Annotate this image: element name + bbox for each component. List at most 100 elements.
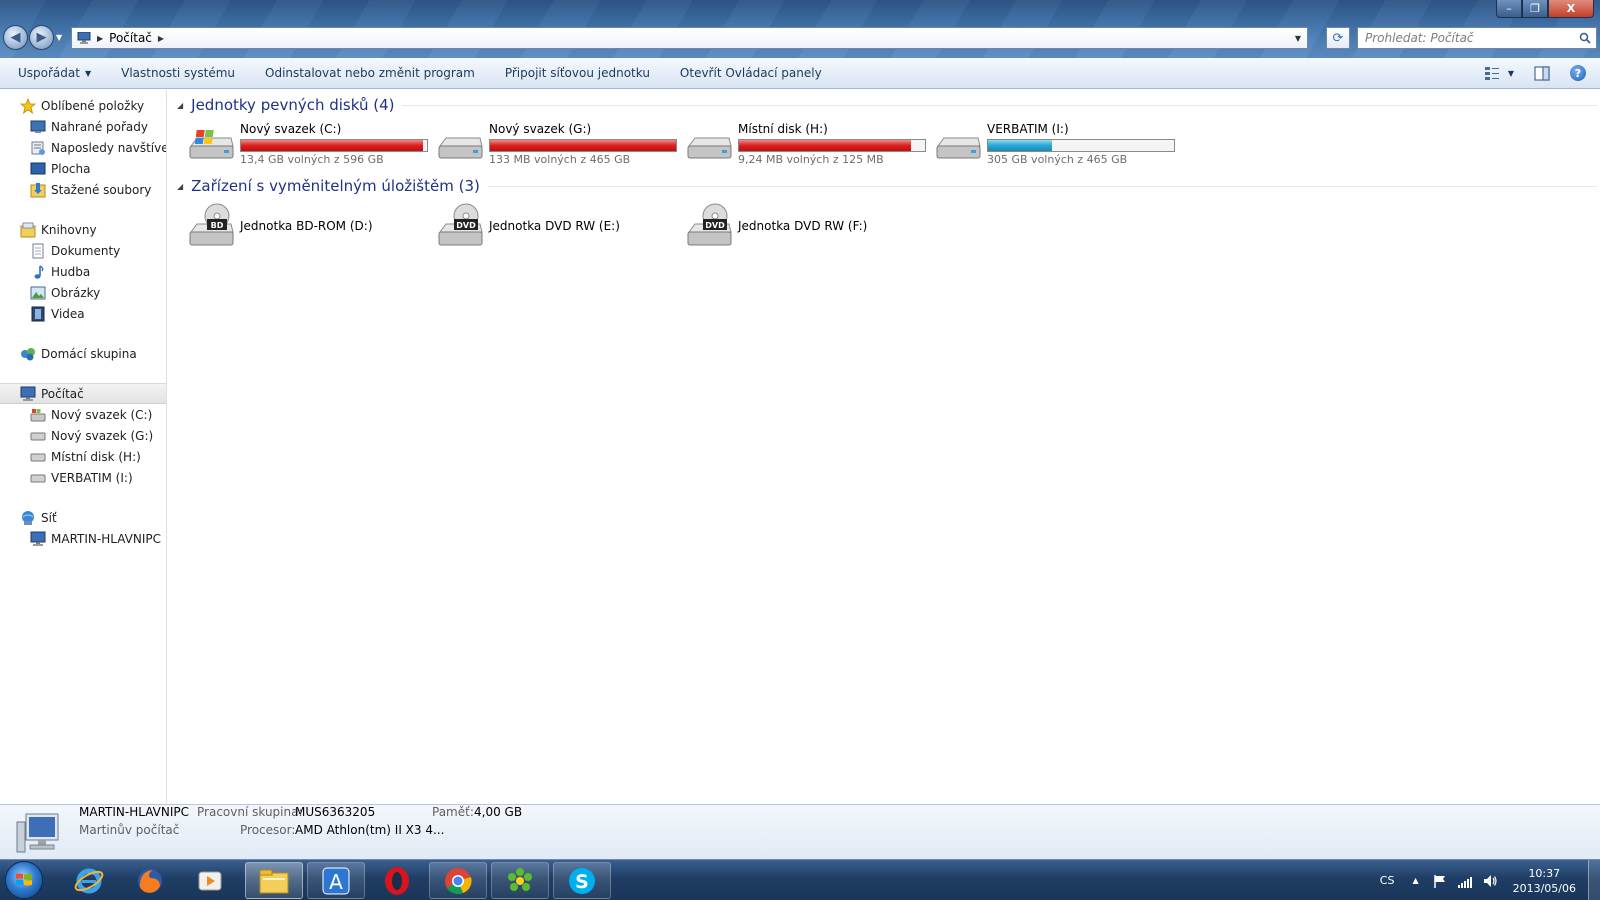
search-input[interactable] [1358, 31, 1568, 45]
chevron-down-icon: ▼ [84, 68, 92, 78]
drive-name: Nový svazek (G:) [489, 122, 592, 136]
taskbar-chrome[interactable] [429, 862, 487, 899]
sidebar-item-label: Domácí skupina [41, 346, 137, 361]
collapse-triangle-icon[interactable]: ◢ [177, 182, 183, 191]
drive-name: Nový svazek (C:) [240, 122, 342, 136]
taskbar-skype[interactable]: S [553, 862, 611, 899]
sidebar-item-recent-places[interactable]: Naposledy navštívené [0, 137, 166, 158]
sidebar-item-libraries[interactable]: Knihovny [0, 219, 166, 240]
maximize-button[interactable]: ❐ [1522, 0, 1548, 18]
optical-drive-item[interactable]: DVD Jednotka DVD RW (F:) [685, 202, 935, 252]
action-center-flag-icon[interactable] [1432, 873, 1448, 889]
optical-drive-item[interactable]: DVD Jednotka DVD RW (E:) [436, 202, 686, 252]
taskbar-internet-explorer[interactable] [60, 862, 118, 899]
sidebar-item-drive-h[interactable]: Místní disk (H:) [0, 446, 166, 467]
search-icon[interactable] [1579, 32, 1591, 44]
drive-item[interactable]: VERBATIM (I:) 305 GB volných z 465 GB [934, 122, 1184, 166]
computer-icon [20, 386, 36, 402]
sidebar-item-computer[interactable]: Počítač [0, 383, 166, 404]
sidebar-item-homegroup[interactable]: Domácí skupina [0, 343, 166, 364]
drive-item[interactable]: Nový svazek (C:) 13,4 GB volných z 596 G… [187, 122, 437, 166]
taskbar-app-a[interactable]: A [307, 862, 365, 899]
music-note-icon [30, 264, 46, 280]
sidebar-item-downloads[interactable]: Stažené soubory [0, 179, 166, 200]
drive-free-space: 9,24 MB volných z 125 MB [738, 153, 884, 166]
sidebar-item-videos[interactable]: Videa [0, 303, 166, 324]
back-button[interactable]: ◀ [3, 25, 28, 50]
refresh-button[interactable]: ⟳ [1326, 27, 1350, 49]
search-box[interactable] [1357, 27, 1597, 49]
taskbar-firefox[interactable] [121, 862, 179, 899]
network-signal-icon[interactable] [1457, 873, 1473, 889]
hard-drive-icon [687, 137, 732, 159]
drive-usage-bar [489, 139, 677, 152]
sidebar-item-network-pc[interactable]: MARTIN-HLAVNIPC [0, 528, 166, 549]
close-button[interactable]: X [1548, 0, 1594, 18]
system-drive-icon [30, 407, 46, 423]
minimize-button[interactable]: – [1496, 0, 1522, 18]
organize-menu[interactable]: Uspořádat ▼ [0, 58, 106, 89]
collapse-triangle-icon[interactable]: ◢ [177, 101, 183, 110]
address-bar[interactable]: ▶ Počítač ▶ ▼ [71, 27, 1308, 49]
taskbar-explorer[interactable] [245, 862, 303, 899]
sidebar-item-label: Obrázky [51, 285, 101, 300]
chrome-icon [445, 867, 472, 894]
sidebar-item-desktop[interactable]: Plocha [0, 158, 166, 179]
clock[interactable]: 10:37 2013/05/06 [1513, 866, 1576, 896]
sidebar-item-drive-c[interactable]: Nový svazek (C:) [0, 404, 166, 425]
network-icon [20, 510, 36, 526]
recent-places-icon [30, 140, 46, 156]
optical-drive-item[interactable]: BD Jednotka BD-ROM (D:) [187, 202, 437, 252]
show-hidden-icons-button[interactable]: ▲ [1412, 876, 1418, 885]
address-history-dropdown[interactable]: ▼ [1289, 34, 1307, 43]
sidebar-item-favorites[interactable]: Oblíbené položky [0, 95, 166, 116]
sidebar-item-drive-g[interactable]: Nový svazek (G:) [0, 425, 166, 446]
taskbar-media-player[interactable] [181, 862, 239, 899]
sidebar-item-label: Knihovny [41, 222, 97, 237]
internet-explorer-icon [74, 868, 104, 893]
map-network-drive-button[interactable]: Připojit síťovou jednotku [490, 58, 665, 89]
sidebar-item-label: Naposledy navštívené [51, 140, 166, 155]
show-desktop-button[interactable] [1588, 860, 1600, 900]
drive-item[interactable]: Nový svazek (G:) 133 MB volných z 465 GB [436, 122, 686, 166]
breadcrumb-separator[interactable]: ▶ [158, 34, 164, 43]
drive-usage-fill [241, 140, 423, 151]
cpu-label: Procesor: [240, 823, 296, 837]
recent-pages-dropdown[interactable]: ▼ [56, 33, 62, 42]
forward-button[interactable]: ▶ [29, 25, 54, 50]
chevron-down-icon[interactable]: ▼ [1508, 69, 1514, 78]
preview-pane-icon[interactable] [1534, 65, 1550, 81]
drive-usage-bar [240, 139, 428, 152]
breadcrumb-separator[interactable]: ▶ [97, 34, 103, 43]
drive-item[interactable]: Místní disk (H:) 9,24 MB volných z 125 M… [685, 122, 935, 166]
volume-icon[interactable] [1482, 873, 1498, 889]
language-indicator[interactable]: CS [1380, 874, 1395, 887]
sidebar-item-label: Stažené soubory [51, 182, 152, 197]
sidebar-item-music[interactable]: Hudba [0, 261, 166, 282]
sidebar-item-pictures[interactable]: Obrázky [0, 282, 166, 303]
group-header-removable[interactable]: ◢ Zařízení s vyměnitelným úložištěm (3) [177, 177, 1597, 195]
sidebar-item-label: Hudba [51, 264, 91, 279]
taskbar-icq[interactable] [491, 862, 549, 899]
taskbar: A S CS ▲ 10:37 2013/05/06 [0, 859, 1600, 900]
sidebar-item-documents[interactable]: Dokumenty [0, 240, 166, 261]
opera-icon [385, 866, 409, 895]
computer-name: MARTIN-HLAVNIPC [79, 805, 189, 819]
sidebar-item-label: Nový svazek (C:) [51, 407, 153, 422]
help-icon[interactable]: ? [1570, 65, 1586, 81]
open-control-panel-button[interactable]: Otevřít Ovládací panely [665, 58, 837, 89]
memory-value: 4,00 GB [474, 805, 523, 819]
downloads-folder-icon [30, 182, 46, 198]
change-view-button[interactable]: ▼ [1484, 66, 1514, 80]
system-properties-button[interactable]: Vlastnosti systému [106, 58, 250, 89]
uninstall-program-button[interactable]: Odinstalovat nebo změnit program [250, 58, 490, 89]
drive-usage-fill [490, 140, 676, 151]
sidebar-item-drive-i[interactable]: VERBATIM (I:) [0, 467, 166, 488]
sidebar-item-network[interactable]: Síť [0, 507, 166, 528]
taskbar-opera[interactable] [368, 862, 426, 899]
start-button[interactable] [5, 861, 43, 899]
svg-text:BD: BD [211, 221, 224, 230]
sidebar-item-recorded-tv[interactable]: Nahrané pořady [0, 116, 166, 137]
group-header-hard-drives[interactable]: ◢ Jednotky pevných disků (4) [177, 96, 1597, 114]
breadcrumb-computer[interactable]: Počítač [109, 31, 152, 45]
